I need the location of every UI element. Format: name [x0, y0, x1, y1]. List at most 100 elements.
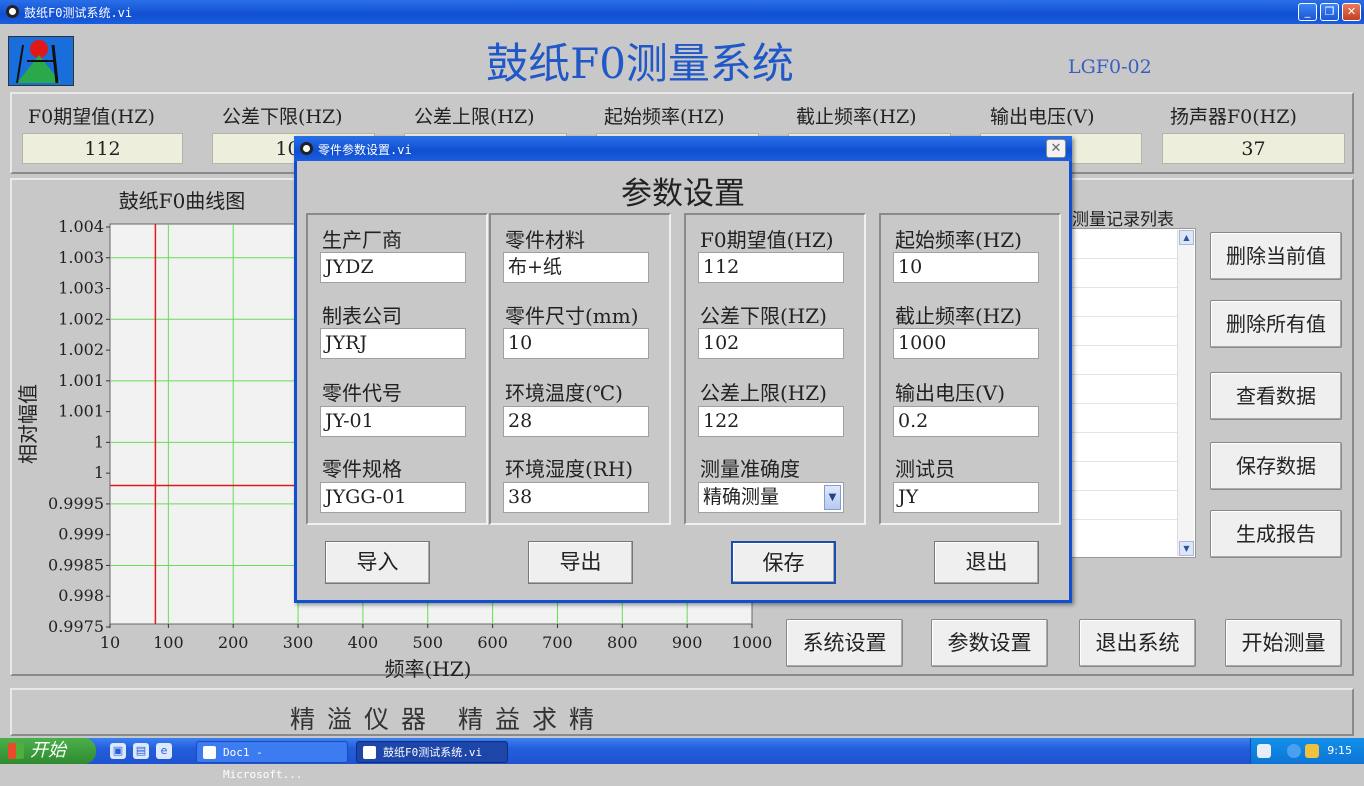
field-value: 102 [703, 332, 740, 354]
x-tick-label: 400 [348, 633, 379, 652]
field-input[interactable]: JYRJ [320, 328, 466, 359]
list-row-divider [1069, 316, 1177, 317]
record-list-title: 测量记录列表 [1072, 210, 1174, 230]
field-input[interactable]: 102 [698, 328, 844, 359]
field-label: 公差上限(HZ) [700, 381, 827, 405]
show-desktop-icon[interactable]: ▣ [110, 743, 126, 759]
y-tick-label: 1.002 [58, 340, 104, 359]
y-tick-label: 1.001 [58, 371, 104, 390]
taskbar-task[interactable]: Doc1 - Microsoft... [196, 741, 348, 781]
list-row-divider [1069, 403, 1177, 404]
scroll-down-icon[interactable]: ▼ [1179, 541, 1194, 556]
task-label: 鼓纸F0测试系统.vi [383, 746, 483, 759]
y-tick-label: 0.9985 [48, 555, 104, 574]
system-tray: 9:15 [1250, 738, 1364, 764]
field-input[interactable]: 10 [893, 252, 1039, 283]
scroll-up-icon[interactable]: ▲ [1179, 230, 1194, 245]
y-tick-label: 0.999 [58, 525, 104, 544]
x-tick-label: 1000 [732, 633, 773, 652]
system-action-button[interactable]: 参数设置 [931, 619, 1048, 667]
clock: 9:15 [1327, 744, 1352, 757]
list-row-divider [1069, 490, 1177, 491]
labview-app-icon [300, 142, 313, 155]
field-label: 生产厂商 [322, 228, 402, 252]
dialog-titlebar[interactable]: 零件参数设置.vi ✕ [294, 136, 1072, 161]
x-tick-label: 500 [412, 633, 443, 652]
taskbar-task[interactable]: 鼓纸F0测试系统.vi [356, 741, 508, 763]
x-tick-label: 200 [218, 633, 249, 652]
field-value: JYRJ [325, 332, 368, 354]
field-value: 1000 [898, 332, 947, 354]
field-input[interactable]: JYDZ [320, 252, 466, 283]
side-action-button[interactable]: 保存数据 [1210, 442, 1342, 490]
field-label: 零件尺寸(mm) [505, 304, 639, 328]
side-action-button[interactable]: 查看数据 [1210, 372, 1342, 420]
field-label: 公差下限(HZ) [700, 304, 827, 328]
x-tick-label: 900 [672, 633, 703, 652]
dialog-action-button[interactable]: 导出 [528, 541, 633, 584]
side-action-button[interactable]: 删除所有值 [1210, 300, 1342, 348]
field-value: 布+纸 [508, 256, 562, 278]
field-label: 测量准确度 [700, 457, 800, 481]
field-value: 0.2 [898, 410, 929, 432]
list-row-divider [1069, 345, 1177, 346]
y-tick-label: 1.003 [58, 279, 104, 298]
dialog-action-button[interactable]: 退出 [934, 541, 1039, 584]
y-tick-label: 1.004 [58, 217, 104, 236]
field-input[interactable]: 38 [503, 482, 649, 513]
field-input[interactable]: JYGG-01 [320, 482, 466, 513]
field-label: 起始频率(HZ) [895, 228, 1022, 252]
system-action-button[interactable]: 退出系统 [1079, 619, 1196, 667]
dialog-close-button[interactable]: ✕ [1046, 139, 1066, 158]
word-document-icon [203, 746, 216, 759]
field-label: 环境湿度(RH) [505, 457, 634, 481]
chevron-left-icon[interactable] [1287, 744, 1301, 758]
field-input[interactable]: 10 [503, 328, 649, 359]
field-value: 10 [508, 332, 533, 354]
field-input[interactable]: 28 [503, 406, 649, 437]
field-input[interactable]: 0.2 [893, 406, 1039, 437]
side-action-button[interactable]: 生成报告 [1210, 510, 1342, 558]
field-value: 28 [508, 410, 533, 432]
side-action-button[interactable]: 删除当前值 [1210, 232, 1342, 280]
record-list-scrollbar[interactable]: ▲ ▼ [1177, 230, 1194, 556]
field-label: F0期望值(HZ) [700, 228, 834, 252]
list-row-divider [1069, 287, 1177, 288]
system-action-button[interactable]: 开始测量 [1225, 619, 1342, 667]
y-tick-label: 0.9995 [48, 494, 104, 513]
field-value: 精确测量 [703, 486, 780, 508]
field-input[interactable]: 1000 [893, 328, 1039, 359]
x-tick-label: 100 [153, 633, 184, 652]
field-input[interactable]: 122 [698, 406, 844, 437]
labview-app-icon [363, 746, 376, 759]
internet-explorer-icon[interactable]: e [156, 743, 172, 759]
y-tick-label: 1 [94, 463, 104, 482]
field-input[interactable]: JY [893, 482, 1039, 513]
system-action-button[interactable]: 系统设置 [786, 619, 903, 667]
dialog-window-title: 零件参数设置.vi [318, 143, 412, 157]
field-value: JYDZ [325, 256, 374, 278]
field-input[interactable]: JY-01 [320, 406, 466, 437]
company-slogan: 精溢仪器 精益求精 [290, 705, 606, 734]
field-label: 环境温度(℃) [505, 381, 623, 405]
dialog-action-button[interactable]: 导入 [325, 541, 430, 584]
volume-icon[interactable] [1305, 744, 1319, 758]
y-axis-label: 相对幅值 [16, 384, 40, 464]
field-value: 38 [508, 486, 533, 508]
field-label: 测试员 [895, 457, 955, 481]
field-input[interactable]: 布+纸 [503, 252, 649, 283]
accuracy-select[interactable]: 精确测量 ▼ [698, 482, 844, 513]
chart-title: 鼓纸F0曲线图 [119, 189, 246, 213]
y-tick-label: 1.002 [58, 309, 104, 328]
y-tick-label: 0.998 [58, 586, 104, 605]
list-row-divider [1069, 519, 1177, 520]
x-axis-label: 频率(HZ) [385, 657, 472, 681]
dialog-action-button[interactable]: 保存 [731, 541, 836, 584]
keyboard-icon[interactable] [1257, 744, 1271, 758]
x-tick-label: 800 [607, 633, 638, 652]
chevron-down-icon[interactable]: ▼ [824, 485, 841, 510]
x-tick-label: 700 [542, 633, 573, 652]
field-label: 制表公司 [322, 304, 402, 328]
explorer-icon[interactable]: ▤ [133, 743, 149, 759]
field-input[interactable]: 112 [698, 252, 844, 283]
